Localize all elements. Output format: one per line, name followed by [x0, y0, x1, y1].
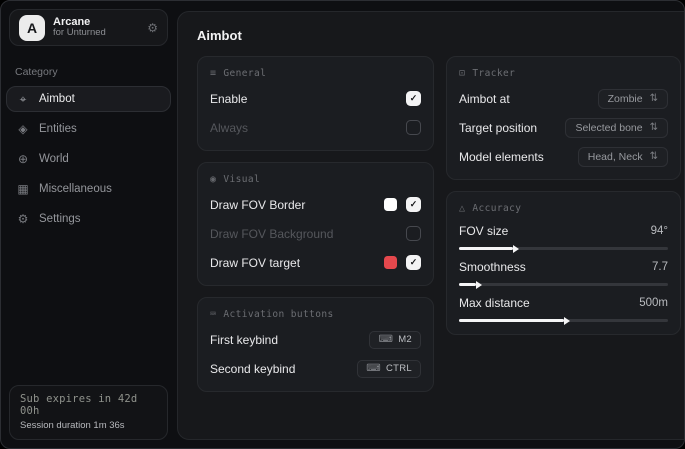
keyboard-icon: ⌨: [378, 334, 393, 345]
setting-row-always: Always: [210, 117, 421, 138]
app-logo-card: A Arcane for Unturned ⚙: [9, 9, 168, 46]
enable-checkbox[interactable]: ✓: [406, 91, 421, 106]
section-title-accuracy: Accuracy: [472, 203, 521, 214]
max-distance-value: 500m: [639, 297, 668, 309]
page-title: Aimbot: [197, 28, 681, 43]
smoothness-slider[interactable]: [459, 283, 668, 286]
second-keybind-button[interactable]: ⌨ CTRL: [357, 360, 421, 378]
fov-border-color-swatch[interactable]: [384, 198, 397, 211]
setting-row-fov-border: Draw FOV Border ✓: [210, 194, 421, 215]
always-checkbox[interactable]: [406, 120, 421, 135]
smoothness-value: 7.7: [652, 261, 668, 273]
section-title-tracker: Tracker: [472, 68, 515, 79]
app-subtitle: for Unturned: [53, 28, 139, 39]
max-distance-slider-block: Max distance 500m: [459, 296, 668, 322]
main-panel: Aimbot ≡ General Enable ✓: [177, 11, 685, 440]
sidebar-item-aimbot[interactable]: ⌖ Aimbot: [6, 86, 171, 112]
keyboard-icon: ⌨: [210, 309, 216, 320]
fov-background-checkbox[interactable]: [406, 226, 421, 241]
visual-card: ◉ Visual Draw FOV Border ✓ Draw FOV Back…: [197, 162, 434, 286]
setting-row-fov-target: Draw FOV target ✓: [210, 252, 421, 273]
focus-icon: ⊡: [459, 68, 465, 79]
sliders-icon: ≡: [210, 68, 216, 79]
fov-size-value: 94°: [651, 225, 668, 237]
grid-icon: ▦: [16, 182, 30, 196]
section-title-visual: Visual: [223, 174, 260, 185]
general-card: ≡ General Enable ✓ Always: [197, 56, 434, 151]
section-title-general: General: [223, 68, 266, 79]
fov-size-slider-block: FOV size 94°: [459, 224, 668, 250]
setting-row-fov-background: Draw FOV Background: [210, 223, 421, 244]
chevrons-up-down-icon: ⇅: [650, 151, 658, 162]
subscription-card: Sub expires in 42d 00h Session duration …: [9, 385, 168, 440]
sidebar-item-miscellaneous[interactable]: ▦ Miscellaneous: [6, 176, 171, 202]
setting-row-target-position: Target position Selected bone ⇅: [459, 117, 668, 138]
setting-row-first-keybind: First keybind ⌨ M2: [210, 329, 421, 350]
model-elements-dropdown[interactable]: Head, Neck ⇅: [578, 147, 668, 167]
tracker-card: ⊡ Tracker Aimbot at Zombie ⇅ Target posi…: [446, 56, 681, 180]
chevrons-up-down-icon: ⇅: [650, 122, 658, 133]
gear-icon: ⚙: [16, 212, 30, 226]
setting-row-second-keybind: Second keybind ⌨ CTRL: [210, 358, 421, 379]
activation-card: ⌨ Activation buttons First keybind ⌨ M2 …: [197, 297, 434, 392]
globe-icon: ⊕: [16, 152, 30, 166]
smoothness-slider-block: Smoothness 7.7: [459, 260, 668, 286]
sidebar-item-entities[interactable]: ◈ Entities: [6, 116, 171, 142]
sidebar-item-world[interactable]: ⊕ World: [6, 146, 171, 172]
fov-border-checkbox[interactable]: ✓: [406, 197, 421, 212]
session-duration-text: Session duration 1m 36s: [20, 420, 157, 431]
app-window: A Arcane for Unturned ⚙ Category ⌖ Aimbo…: [0, 0, 685, 449]
fov-size-slider[interactable]: [459, 247, 668, 250]
crosshair-icon: ⌖: [16, 92, 30, 107]
triangle-icon: △: [459, 203, 465, 214]
fov-target-color-swatch[interactable]: [384, 256, 397, 269]
chevrons-up-down-icon: ⇅: [650, 93, 658, 104]
settings-gear-icon[interactable]: ⚙: [147, 21, 158, 35]
first-keybind-button[interactable]: ⌨ M2: [369, 331, 421, 349]
sidebar-item-label: Miscellaneous: [39, 183, 112, 195]
sub-expiry-text: Sub expires in 42d 00h: [20, 393, 157, 417]
accuracy-card: △ Accuracy FOV size 94°: [446, 191, 681, 335]
max-distance-slider[interactable]: [459, 319, 668, 322]
setting-row-model-elements: Model elements Head, Neck ⇅: [459, 146, 668, 167]
setting-row-enable: Enable ✓: [210, 88, 421, 109]
sidebar-item-settings[interactable]: ⚙ Settings: [6, 206, 171, 232]
sidebar-item-label: Settings: [39, 213, 81, 225]
setting-row-aimbot-at: Aimbot at Zombie ⇅: [459, 88, 668, 109]
target-position-dropdown[interactable]: Selected bone ⇅: [565, 118, 668, 138]
sidebar-item-label: Entities: [39, 123, 77, 135]
fov-target-checkbox[interactable]: ✓: [406, 255, 421, 270]
sidebar-nav: ⌖ Aimbot ◈ Entities ⊕ World ▦ Miscellane…: [1, 86, 176, 232]
entities-icon: ◈: [16, 122, 30, 136]
eye-icon: ◉: [210, 174, 216, 185]
sidebar-item-label: Aimbot: [39, 93, 75, 105]
sidebar-item-label: World: [39, 153, 69, 165]
aimbot-at-dropdown[interactable]: Zombie ⇅: [598, 89, 668, 109]
main-area: Aimbot ≡ General Enable ✓: [176, 1, 685, 448]
sidebar: A Arcane for Unturned ⚙ Category ⌖ Aimbo…: [1, 1, 176, 448]
section-title-activation: Activation buttons: [223, 309, 333, 320]
category-label: Category: [15, 66, 162, 78]
app-logo: A: [19, 15, 45, 41]
keyboard-icon: ⌨: [366, 363, 381, 374]
